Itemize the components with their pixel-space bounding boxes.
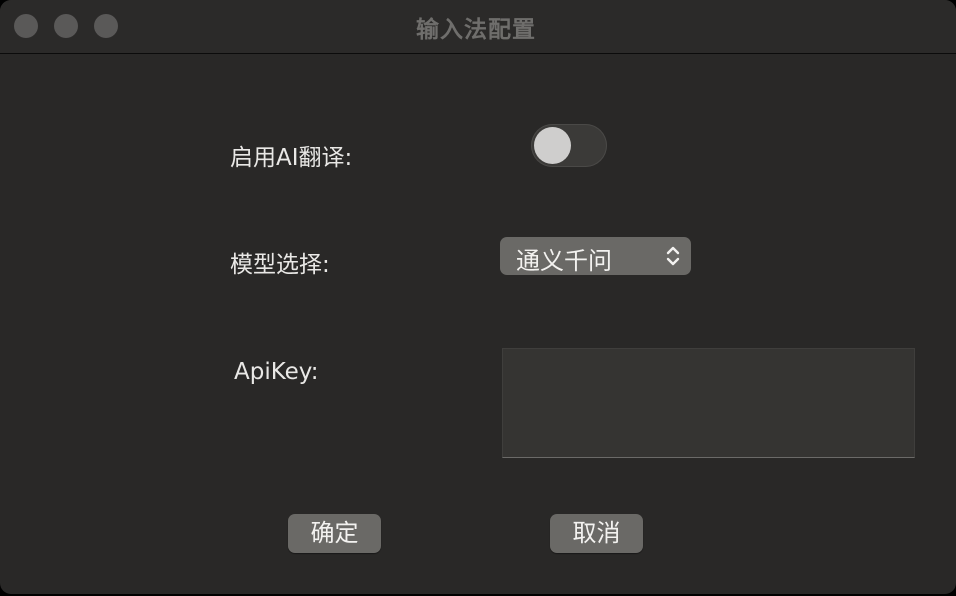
window-title: 输入法配置 [416,17,536,43]
config-window: 输入法配置 启用AI翻译: 模型选择: 通义千问 ApiKey: 确定 取消 [0,0,956,594]
toggle-knob [534,127,571,164]
cancel-button[interactable]: 取消 [550,514,643,553]
ai-translate-label: 启用AI翻译: [230,145,353,171]
apikey-field[interactable] [502,348,915,458]
title-bar: 输入法配置 [0,0,956,54]
ai-translate-toggle[interactable] [531,124,607,167]
chevron-up-down-icon [666,246,680,266]
model-select[interactable]: 通义千问 [500,237,691,275]
model-select-value: 通义千问 [516,247,612,275]
apikey-label: ApiKey: [234,359,319,385]
confirm-button[interactable]: 确定 [288,514,381,553]
model-select-label: 模型选择: [230,252,330,278]
